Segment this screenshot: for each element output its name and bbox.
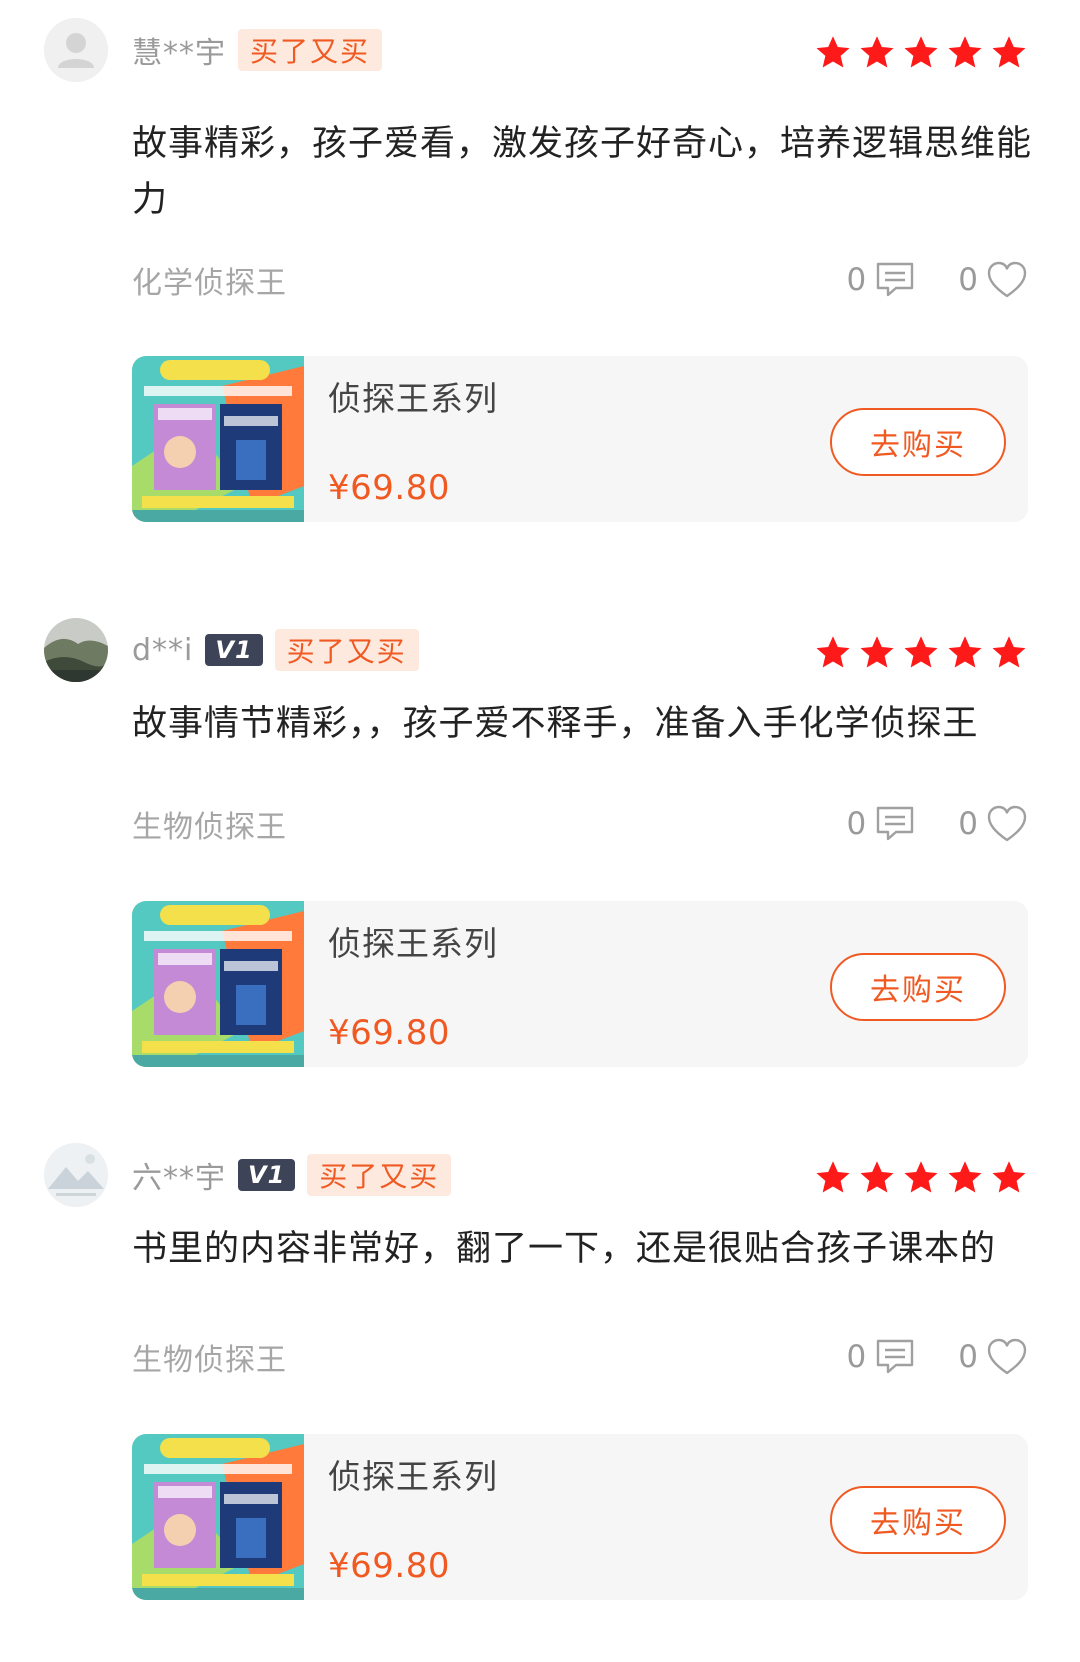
star-icon [860, 636, 894, 668]
comment-button[interactable]: 0 [847, 261, 917, 299]
star-icon [992, 1161, 1026, 1193]
review-meta: 化学侦探王 0 0 [132, 256, 1028, 304]
book-set-image [132, 356, 304, 522]
product-thumbnail [132, 1434, 304, 1600]
rebuy-badge: 买了又买 [274, 629, 419, 671]
buy-button[interactable]: 去购买 [830, 408, 1006, 476]
comment-icon [877, 806, 914, 841]
like-button[interactable]: 0 [958, 804, 1028, 844]
rating-stars [814, 634, 1028, 670]
avatar[interactable] [44, 18, 108, 82]
star-icon [816, 36, 850, 68]
review-meta: 生物侦探王 0 0 [132, 800, 1028, 848]
product-variant: 化学侦探王 [132, 266, 287, 301]
star-icon [816, 1161, 850, 1193]
product-card[interactable]: 侦探王系列 ¥69.80 去购买 [132, 901, 1028, 1067]
star-icon [948, 1161, 982, 1193]
star-icon [904, 1161, 938, 1193]
star-icon [992, 636, 1026, 668]
star-icon [904, 636, 938, 668]
vip-level-badge: V1 [238, 1159, 296, 1191]
product-price: ¥69.80 [328, 468, 450, 508]
buy-button[interactable]: 去购买 [830, 953, 1006, 1021]
rebuy-badge: 买了又买 [238, 29, 383, 71]
username[interactable]: 慧**宇 [132, 28, 226, 72]
comment-button[interactable]: 0 [847, 805, 917, 843]
username[interactable]: 六**宇 [132, 1153, 226, 1197]
engagement-counts: 0 0 [847, 1337, 1028, 1377]
user-info: 六**宇 V1 买了又买 [132, 1151, 452, 1199]
comment-icon [877, 262, 914, 297]
review-text[interactable]: 故事情节精彩，，孩子爱不释手，准备入手化学侦探王 [132, 696, 1032, 752]
avatar[interactable] [44, 1143, 108, 1207]
like-count: 0 [958, 806, 978, 842]
like-button[interactable]: 0 [958, 260, 1028, 300]
comment-button[interactable]: 0 [847, 1338, 917, 1376]
book-set-image [132, 1434, 304, 1600]
product-name: 侦探王系列 [328, 379, 498, 418]
star-icon [948, 36, 982, 68]
star-icon [860, 1161, 894, 1193]
product-name: 侦探王系列 [328, 924, 498, 963]
star-icon [860, 36, 894, 68]
heart-icon [987, 805, 1027, 842]
landscape-avatar-image [44, 618, 108, 682]
product-price: ¥69.80 [328, 1013, 450, 1053]
product-price: ¥69.80 [328, 1546, 450, 1586]
product-variant: 生物侦探王 [132, 1343, 287, 1378]
username[interactable]: d**i [132, 633, 193, 668]
product-name: 侦探王系列 [328, 1457, 498, 1496]
review-meta: 生物侦探王 0 0 [132, 1333, 1028, 1381]
product-card[interactable]: 侦探王系列 ¥69.80 去购买 [132, 1434, 1028, 1600]
comment-count: 0 [846, 1339, 867, 1375]
default-user-icon [44, 18, 108, 82]
star-icon [904, 36, 938, 68]
rating-stars [814, 34, 1028, 70]
product-thumbnail [132, 356, 304, 522]
like-count: 0 [958, 1339, 978, 1375]
heart-icon [987, 1338, 1027, 1375]
comment-count: 0 [846, 262, 867, 298]
star-icon [992, 36, 1026, 68]
like-button[interactable]: 0 [958, 1337, 1028, 1377]
heart-icon [987, 261, 1027, 298]
review-text[interactable]: 书里的内容非常好，翻了一下，还是很贴合孩子课本的 [132, 1221, 1032, 1277]
product-thumbnail [132, 901, 304, 1067]
book-set-image [132, 901, 304, 1067]
user-info: d**i V1 买了又买 [132, 626, 419, 674]
comment-count: 0 [846, 806, 867, 842]
engagement-counts: 0 0 [847, 804, 1028, 844]
rating-stars [814, 1159, 1028, 1195]
rebuy-badge: 买了又买 [307, 1154, 452, 1196]
review-text[interactable]: 故事精彩，孩子爱看，激发孩子好奇心，培养逻辑思维能力 [132, 116, 1032, 228]
mountain-avatar-image [44, 1143, 108, 1207]
buy-button[interactable]: 去购买 [830, 1486, 1006, 1554]
engagement-counts: 0 0 [847, 260, 1028, 300]
product-card[interactable]: 侦探王系列 ¥69.80 去购买 [132, 356, 1028, 522]
user-info: 慧**宇 买了又买 [132, 26, 383, 74]
review-list: 慧**宇 买了又买 故事精彩，孩子爱看，激发孩子好奇心，培养逻辑思维能力 化学侦… [0, 0, 1080, 1662]
avatar[interactable] [44, 618, 108, 682]
like-count: 0 [958, 262, 978, 298]
vip-level-badge: V1 [205, 634, 263, 666]
star-icon [948, 636, 982, 668]
star-icon [816, 636, 850, 668]
comment-icon [877, 1339, 914, 1374]
product-variant: 生物侦探王 [132, 810, 287, 845]
